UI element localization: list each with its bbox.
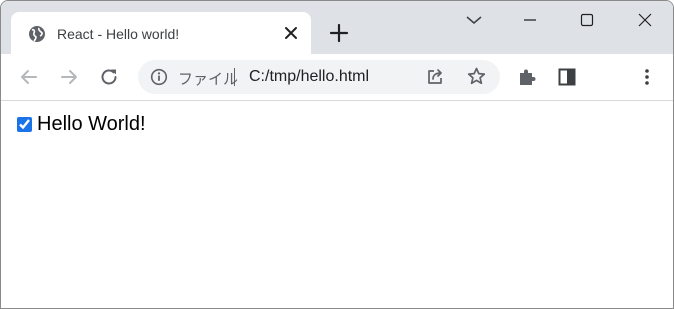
url-text[interactable]: C:/tmp/hello.html <box>249 68 369 86</box>
side-panel-icon[interactable] <box>556 66 578 88</box>
tab-active[interactable]: React - Hello world! <box>11 12 311 54</box>
kebab-menu-icon[interactable] <box>636 66 658 88</box>
close-icon[interactable] <box>282 24 300 42</box>
url-scheme-label: ファイル <box>178 71 239 88</box>
minimize-button[interactable] <box>516 7 544 33</box>
puzzle-icon[interactable] <box>516 66 538 88</box>
page-content: Hello World! <box>1 101 673 308</box>
reload-icon[interactable] <box>98 66 120 88</box>
plus-icon[interactable] <box>328 22 350 44</box>
todo-label: Hello World! <box>37 113 146 135</box>
maximize-button[interactable] <box>573 7 601 33</box>
todo-checkbox[interactable] <box>17 117 32 132</box>
info-icon[interactable] <box>150 68 168 86</box>
address-bar[interactable]: ファイル C:/tmp/hello.html <box>138 60 500 94</box>
globe-icon <box>29 26 45 42</box>
browser-window: React - Hello world! ファイル C:/tmp/hello.h… <box>0 0 674 309</box>
todo-item: Hello World! <box>17 113 146 136</box>
browser-toolbar: ファイル C:/tmp/hello.html <box>1 54 673 101</box>
window-close-button[interactable] <box>631 7 659 33</box>
tab-title: React - Hello world! <box>57 26 180 42</box>
share-icon[interactable] <box>425 67 445 87</box>
arrow-left-icon[interactable] <box>18 66 40 88</box>
tab-strip: React - Hello world! <box>1 1 673 54</box>
arrow-right-icon[interactable] <box>58 66 80 88</box>
omnibox-separator <box>234 68 235 86</box>
chevron-down-icon[interactable] <box>464 12 484 28</box>
star-icon[interactable] <box>466 66 487 87</box>
